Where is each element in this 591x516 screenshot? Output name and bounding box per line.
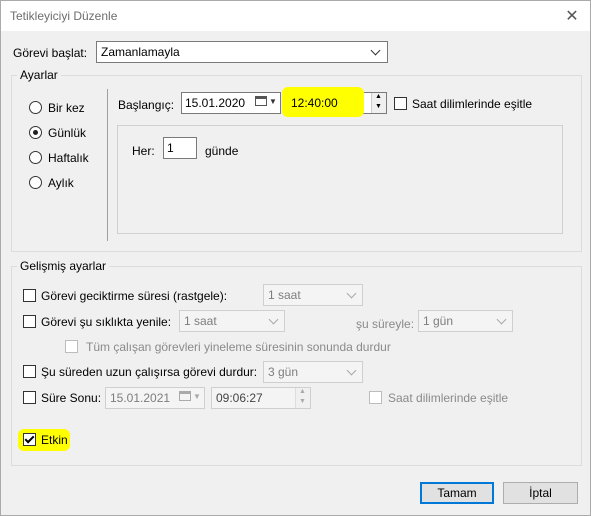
ok-button[interactable]: Tamam <box>420 482 494 504</box>
radio-monthly-label: Aylık <box>48 176 74 190</box>
chevron-down-icon <box>496 314 507 325</box>
radio-daily-label: Günlük <box>48 126 87 140</box>
radio-daily[interactable] <box>29 126 42 139</box>
spin-up-icon[interactable]: ▲ <box>299 388 306 395</box>
radio-once[interactable] <box>29 101 42 114</box>
expire-time-value: 09:06:27 <box>216 391 263 405</box>
calendar-icon <box>179 391 191 401</box>
checkmark-icon <box>24 433 35 444</box>
start-time-value: 12:40:00 <box>291 96 338 110</box>
repeat-value: 1 saat <box>184 314 217 328</box>
caret-down-icon: ▼ <box>193 392 201 401</box>
tz-sync-checkbox[interactable] <box>394 97 407 110</box>
settings-legend: Ayarlar <box>17 68 61 82</box>
radio-monthly[interactable] <box>29 176 42 189</box>
chevron-down-icon <box>346 288 357 299</box>
duration-label: şu süreyle: <box>356 317 415 331</box>
stop-all-checkbox[interactable] <box>65 340 78 353</box>
time-spinner[interactable]: ▲ ▼ <box>371 93 386 113</box>
expire-date-picker[interactable]: 15.01.2021 ▼ <box>105 387 205 409</box>
delay-checkbox[interactable] <box>23 289 36 302</box>
expire-tz-label: Saat dilimlerinde eşitle <box>388 391 509 405</box>
stop-longer-label: Şu süreden uzun çalışırsa görevi durdur: <box>41 365 258 379</box>
duration-select[interactable]: 1 gün <box>418 310 513 332</box>
expire-tz-checkbox[interactable] <box>369 391 382 404</box>
delay-select[interactable]: 1 saat <box>263 284 363 306</box>
cancel-button[interactable]: İptal <box>503 482 578 504</box>
every-label: Her: <box>132 144 155 158</box>
tz-sync-label: Saat dilimlerinde eşitle <box>412 97 533 111</box>
start-task-label: Görevi başlat: <box>13 46 88 60</box>
stop-all-label: Tüm çalışan görevleri yineleme süresinin… <box>86 340 391 354</box>
chevron-down-icon <box>268 314 279 325</box>
chevron-down-icon <box>346 365 357 376</box>
radio-weekly-label: Haftalık <box>48 151 89 165</box>
radio-weekly[interactable] <box>29 151 42 164</box>
every-unit: günde <box>205 144 239 158</box>
every-input[interactable]: 1 <box>163 137 197 159</box>
expire-label: Süre Sonu: <box>41 391 102 405</box>
title-bar: Tetikleyiciyi Düzenle ✕ <box>1 1 590 31</box>
delay-value: 1 saat <box>268 288 301 302</box>
start-date-value: 15.01.2020 <box>185 96 246 110</box>
every-value: 1 <box>167 141 174 155</box>
calendar-icon <box>255 96 267 106</box>
radio-once-label: Bir kez <box>48 101 85 115</box>
start-time-picker[interactable]: 12:40:00 ▲ ▼ <box>282 87 387 117</box>
delay-label: Görevi geciktirme süresi (rastgele): <box>41 289 228 303</box>
stop-longer-checkbox[interactable] <box>23 365 36 378</box>
window-title: Tetikleyiciyi Düzenle <box>10 9 118 23</box>
time-spinner[interactable]: ▲ ▼ <box>295 388 310 408</box>
start-task-select[interactable]: Zamanlamayla <box>96 41 388 63</box>
advanced-legend: Gelişmiş ayarlar <box>17 259 110 273</box>
start-label: Başlangıç: <box>118 98 175 112</box>
start-date-picker[interactable]: 15.01.2020 ▼ <box>181 92 281 114</box>
repeat-select[interactable]: 1 saat <box>179 310 285 332</box>
repeat-checkbox[interactable] <box>23 315 36 328</box>
edit-trigger-dialog: Tetikleyiciyi Düzenle ✕ Görevi başlat: Z… <box>0 0 591 516</box>
start-task-value: Zamanlamayla <box>101 45 180 59</box>
spin-up-icon[interactable]: ▲ <box>375 93 382 100</box>
close-icon[interactable]: ✕ <box>560 5 584 27</box>
repeat-label: Görevi şu sıklıkta yenile: <box>41 315 172 329</box>
caret-down-icon: ▼ <box>269 97 277 106</box>
duration-value: 1 gün <box>423 314 454 328</box>
stop-longer-value: 3 gün <box>268 365 299 379</box>
enabled-checkbox[interactable] <box>23 433 36 446</box>
enabled-label: Etkin <box>41 433 68 447</box>
vertical-divider <box>107 89 108 241</box>
expire-date-value: 15.01.2021 <box>110 391 171 405</box>
spin-down-icon[interactable]: ▼ <box>299 398 306 405</box>
spin-down-icon[interactable]: ▼ <box>375 103 382 110</box>
chevron-down-icon <box>370 45 381 56</box>
expire-time-picker[interactable]: 09:06:27 ▲ ▼ <box>211 387 311 409</box>
stop-longer-select[interactable]: 3 gün <box>263 361 363 383</box>
expire-checkbox[interactable] <box>23 391 36 404</box>
